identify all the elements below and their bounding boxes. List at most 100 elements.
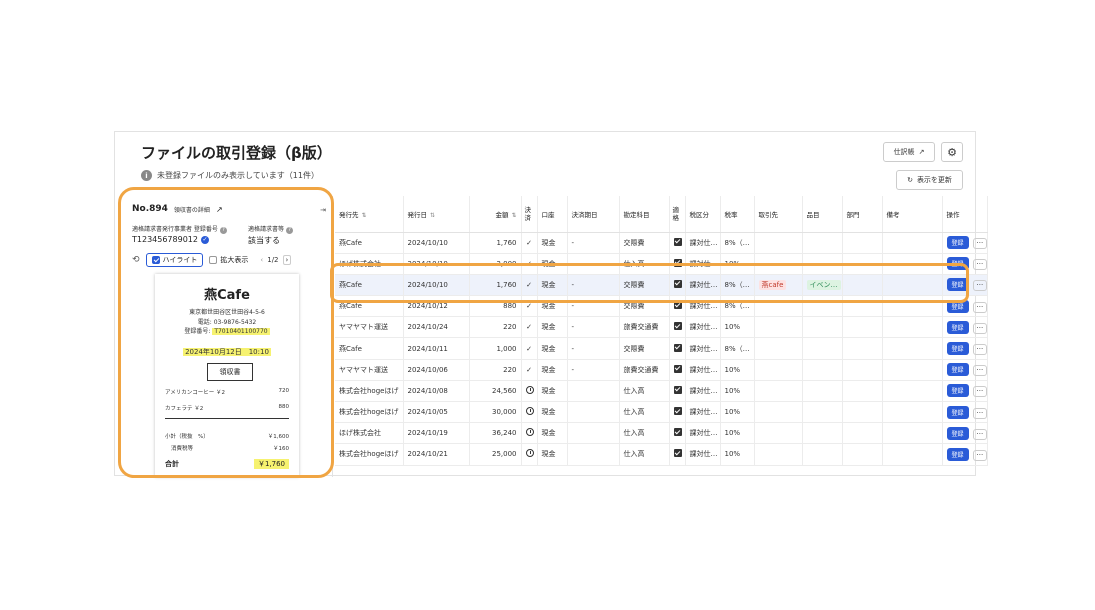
journal-button-label: 仕訳帳 [893, 148, 915, 156]
qualified-checkbox[interactable] [673, 428, 682, 437]
register-button[interactable]: 登録 [946, 426, 969, 440]
register-button[interactable]: 登録 [946, 363, 969, 377]
more-options-button[interactable]: ··· [972, 428, 986, 440]
qualified-checkbox[interactable] [673, 449, 682, 458]
more-options-button[interactable]: ··· [972, 407, 986, 419]
register-button[interactable]: 登録 [946, 447, 969, 461]
table-row[interactable]: 燕Cafe 2024/10/10 1,760 ✓ 現金 - 交際費 課対仕… 8%（… 登録 ··· [335, 232, 988, 254]
cell-note [882, 401, 943, 424]
refresh-button[interactable]: ↻ 表示を更新 [896, 170, 963, 190]
checkmark-icon: ✓ [526, 302, 532, 311]
cell-tax-rate: 8%（… [720, 232, 755, 254]
clock-icon [525, 385, 534, 394]
cell-date: 2024/10/24 [403, 316, 470, 339]
cell-tax-rate: 10% [720, 401, 755, 424]
more-options-button[interactable]: ··· [972, 238, 986, 250]
qualified-checkbox[interactable] [673, 364, 682, 373]
table-row[interactable]: ほげ株式会社 2024/10/19 36,240 現金 仕入高 課対仕… 10% 登録 ··· [335, 422, 988, 445]
cell-account: 現金 [537, 232, 568, 254]
cell-note [882, 316, 943, 339]
more-options-button[interactable]: ··· [972, 301, 986, 313]
cell-partner [754, 380, 803, 403]
cell-due: - [567, 316, 620, 339]
more-options-button[interactable]: ··· [972, 449, 986, 461]
table-row[interactable]: 株式会社hogeほげ 2024/10/05 30,000 現金 仕入高 課対仕… 10% 登録… [335, 401, 988, 424]
cell-qualified[interactable] [669, 443, 686, 466]
cell-tax-category: 課対仕… [685, 232, 721, 254]
qualified-checkbox[interactable] [673, 322, 682, 331]
cell-due: - [567, 232, 620, 254]
cell-issuer: 株式会社hogeほげ [335, 443, 404, 466]
table-row[interactable]: 燕Cafe 2024/10/11 1,000 ✓ 現金 - 交際費 課対仕… 8%（… 登録 ··· [335, 337, 988, 360]
col-date[interactable]: 発行日 ⇅ [403, 196, 470, 233]
cell-qualified[interactable] [669, 422, 686, 445]
cell-account: 現金 [537, 401, 568, 424]
journal-button[interactable]: 仕訳帳 ↗ [883, 142, 935, 162]
cell-department [842, 401, 883, 424]
checkmark-icon: ✓ [526, 365, 532, 374]
cell-account: 現金 [537, 443, 568, 466]
cell-tax-category: 課対仕… [685, 316, 721, 339]
more-options-button[interactable]: ··· [972, 344, 986, 356]
register-button[interactable]: 登録 [946, 236, 969, 250]
more-options-button[interactable]: ··· [972, 386, 986, 398]
cell-account: 現金 [537, 316, 568, 339]
filter-notice: i 未登録ファイルのみ表示しています（11件） [141, 170, 319, 181]
cell-qualified[interactable] [669, 316, 686, 339]
col-settlement: 決済 [521, 196, 538, 233]
more-options-button[interactable]: ··· [972, 322, 986, 334]
col-amount[interactable]: 金額 ⇅ [469, 196, 522, 233]
cell-qualified[interactable] [669, 232, 686, 254]
cell-actions: 登録 ··· [942, 232, 988, 254]
register-button[interactable]: 登録 [946, 342, 969, 356]
cell-actions: 登録 ··· [942, 337, 988, 360]
cell-account: 現金 [537, 337, 568, 360]
qualified-checkbox[interactable] [673, 385, 682, 394]
cell-amount: 36,240 [469, 422, 522, 445]
page-title: ファイルの取引登録（β版） [141, 144, 332, 162]
cell-partner [754, 422, 803, 445]
cell-amount: 1,760 [469, 232, 522, 254]
cell-qualified[interactable] [669, 359, 686, 381]
cell-tax-rate: 10% [720, 316, 755, 339]
cell-settlement [521, 380, 538, 403]
cell-subject: 旅費交通費 [619, 359, 670, 381]
cell-qualified[interactable] [669, 380, 686, 403]
register-button[interactable]: 登録 [946, 320, 969, 334]
sort-icon: ⇅ [430, 211, 436, 219]
cell-department [842, 443, 883, 466]
cell-item [802, 443, 843, 466]
cell-item [802, 232, 843, 254]
more-options-button[interactable]: ··· [972, 365, 986, 377]
more-options-button[interactable]: ··· [972, 280, 986, 292]
col-issuer[interactable]: 発行先 ⇅ [335, 196, 404, 233]
cell-actions: 登録 ··· [942, 401, 988, 424]
cell-partner [754, 359, 803, 381]
more-options-button[interactable]: ··· [972, 259, 986, 271]
cell-actions: 登録 ··· [942, 316, 988, 339]
clock-icon [525, 428, 534, 437]
cell-issuer: 株式会社hogeほげ [335, 401, 404, 424]
cell-settlement [521, 401, 538, 424]
table-row[interactable]: ヤマヤマト運送 2024/10/06 220 ✓ 現金 - 旅費交通費 課対仕… 10% 登録 ··… [335, 359, 988, 381]
cell-qualified[interactable] [669, 401, 686, 424]
cell-tax-category: 課対仕… [685, 337, 721, 360]
cell-amount: 25,000 [469, 443, 522, 466]
external-link-icon: ↗ [918, 148, 925, 156]
cell-issuer: 株式会社hogeほげ [335, 380, 404, 403]
qualified-checkbox[interactable] [673, 343, 682, 352]
qualified-checkbox[interactable] [673, 237, 682, 246]
col-tax-category: 税区分 [685, 196, 721, 233]
table-row[interactable]: 株式会社hogeほげ 2024/10/08 24,560 現金 仕入高 課対仕… 10% 登録… [335, 380, 988, 403]
register-button[interactable]: 登録 [946, 405, 969, 419]
transactions-table-wrap: 発行先 ⇅ 発行日 ⇅ 金額 ⇅ 決済 口座 決済期日 勘定科目 適格 税区分 税率 … [335, 196, 988, 477]
register-button[interactable]: 登録 [946, 384, 969, 398]
settings-button[interactable]: ⚙ [941, 142, 963, 162]
cell-settlement [521, 443, 538, 466]
cell-tax-category: 課対仕… [685, 380, 721, 403]
qualified-checkbox[interactable] [673, 407, 682, 416]
table-row[interactable]: ヤマヤマト運送 2024/10/24 220 ✓ 現金 - 旅費交通費 課対仕… 10% 登録 ··… [335, 316, 988, 339]
cell-note [882, 422, 943, 445]
cell-qualified[interactable] [669, 337, 686, 360]
table-row[interactable]: 株式会社hogeほげ 2024/10/21 25,000 現金 仕入高 課対仕… 10% 登録… [335, 443, 988, 466]
